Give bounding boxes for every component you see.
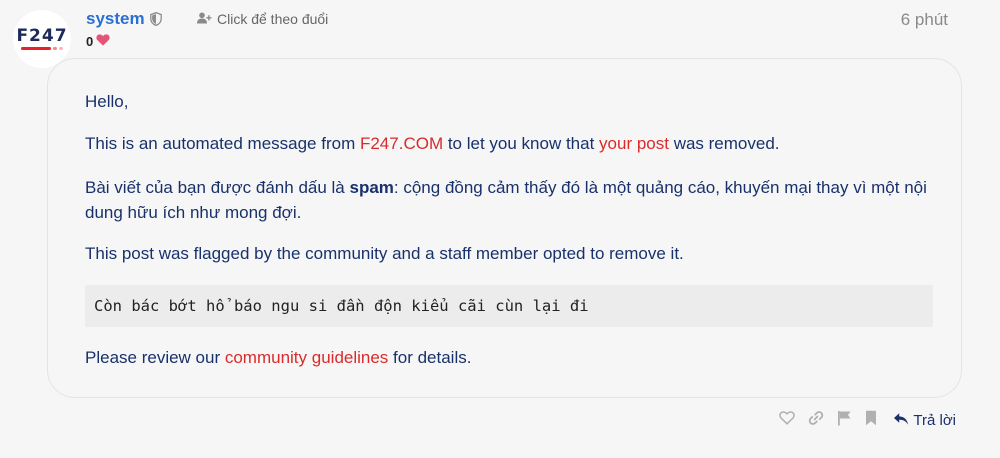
- user-plus-icon: [197, 11, 217, 27]
- guidelines-link[interactable]: community guidelines: [225, 348, 388, 367]
- quoted-post: Còn bác bớt hổ báo ngu si đần độn kiểu c…: [85, 285, 933, 327]
- heart-icon: [93, 34, 110, 49]
- flag-reason: spam: [349, 178, 394, 197]
- greeting-text: Hello,: [85, 92, 129, 111]
- flag-icon: [837, 410, 852, 431]
- staff-note: This post was flagged by the community a…: [85, 244, 684, 263]
- follow-button[interactable]: Click để theo đuổi: [197, 11, 328, 27]
- intro-paragraph: This is an automated message from F247.C…: [85, 134, 780, 153]
- copy-link-button[interactable]: [808, 410, 824, 431]
- like-count[interactable]: 0: [86, 34, 110, 49]
- avatar[interactable]: F247: [13, 10, 71, 68]
- f247-logo: F247: [16, 28, 67, 50]
- bookmark-icon: [865, 410, 877, 431]
- username-link[interactable]: system: [86, 9, 145, 29]
- review-paragraph: Please review our community guidelines f…: [85, 348, 472, 367]
- reply-button[interactable]: Trả lời: [893, 412, 956, 430]
- logo-underline: [20, 47, 63, 50]
- reply-label: Trả lời: [913, 412, 956, 429]
- logo-text: F247: [16, 26, 68, 46]
- post: F247 system Click để theo đuổi 0 6 phút …: [0, 0, 1000, 458]
- flag-button[interactable]: [837, 410, 852, 431]
- link-icon: [808, 410, 824, 431]
- shield-icon: [149, 12, 162, 26]
- flag-paragraph: Bài viết của bạn được đánh dấu là spam: …: [85, 178, 927, 222]
- bookmark-button[interactable]: [865, 410, 877, 431]
- post-link[interactable]: your post: [599, 134, 669, 153]
- post-meta: system: [86, 9, 162, 29]
- post-time[interactable]: 6 phút: [901, 10, 948, 30]
- follow-label: Click để theo đuổi: [217, 11, 329, 27]
- message-body: Hello, This is an automated message from…: [47, 58, 962, 398]
- like-count-value: 0: [86, 34, 94, 49]
- post-actions: Trả lời: [766, 410, 956, 431]
- site-link[interactable]: F247.COM: [360, 134, 443, 153]
- reply-arrow-icon: [893, 412, 913, 430]
- heart-outline-icon: [779, 411, 796, 430]
- like-button[interactable]: [779, 411, 796, 430]
